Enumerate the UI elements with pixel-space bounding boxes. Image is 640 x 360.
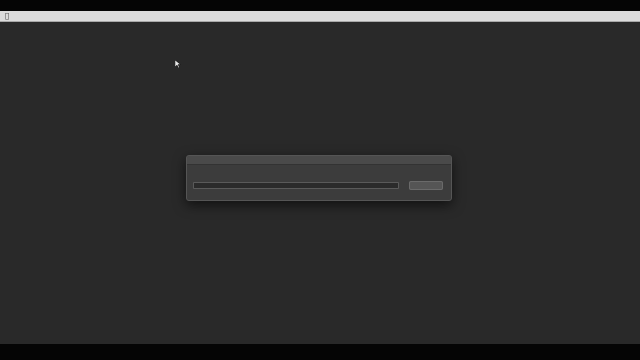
dialog-confirm-button[interactable] <box>409 181 443 190</box>
dialog-title <box>187 156 451 165</box>
top-letterbox <box>0 0 640 11</box>
dialog-body <box>187 165 451 200</box>
apple-logo-icon[interactable]:  <box>2 11 12 21</box>
dialog-text-field[interactable] <box>193 182 399 189</box>
input-dialog <box>186 155 452 201</box>
screen:  <box>0 0 640 360</box>
mouse-cursor-icon <box>175 60 181 68</box>
bottom-letterbox <box>0 344 640 360</box>
menu-bar:  <box>0 11 640 22</box>
